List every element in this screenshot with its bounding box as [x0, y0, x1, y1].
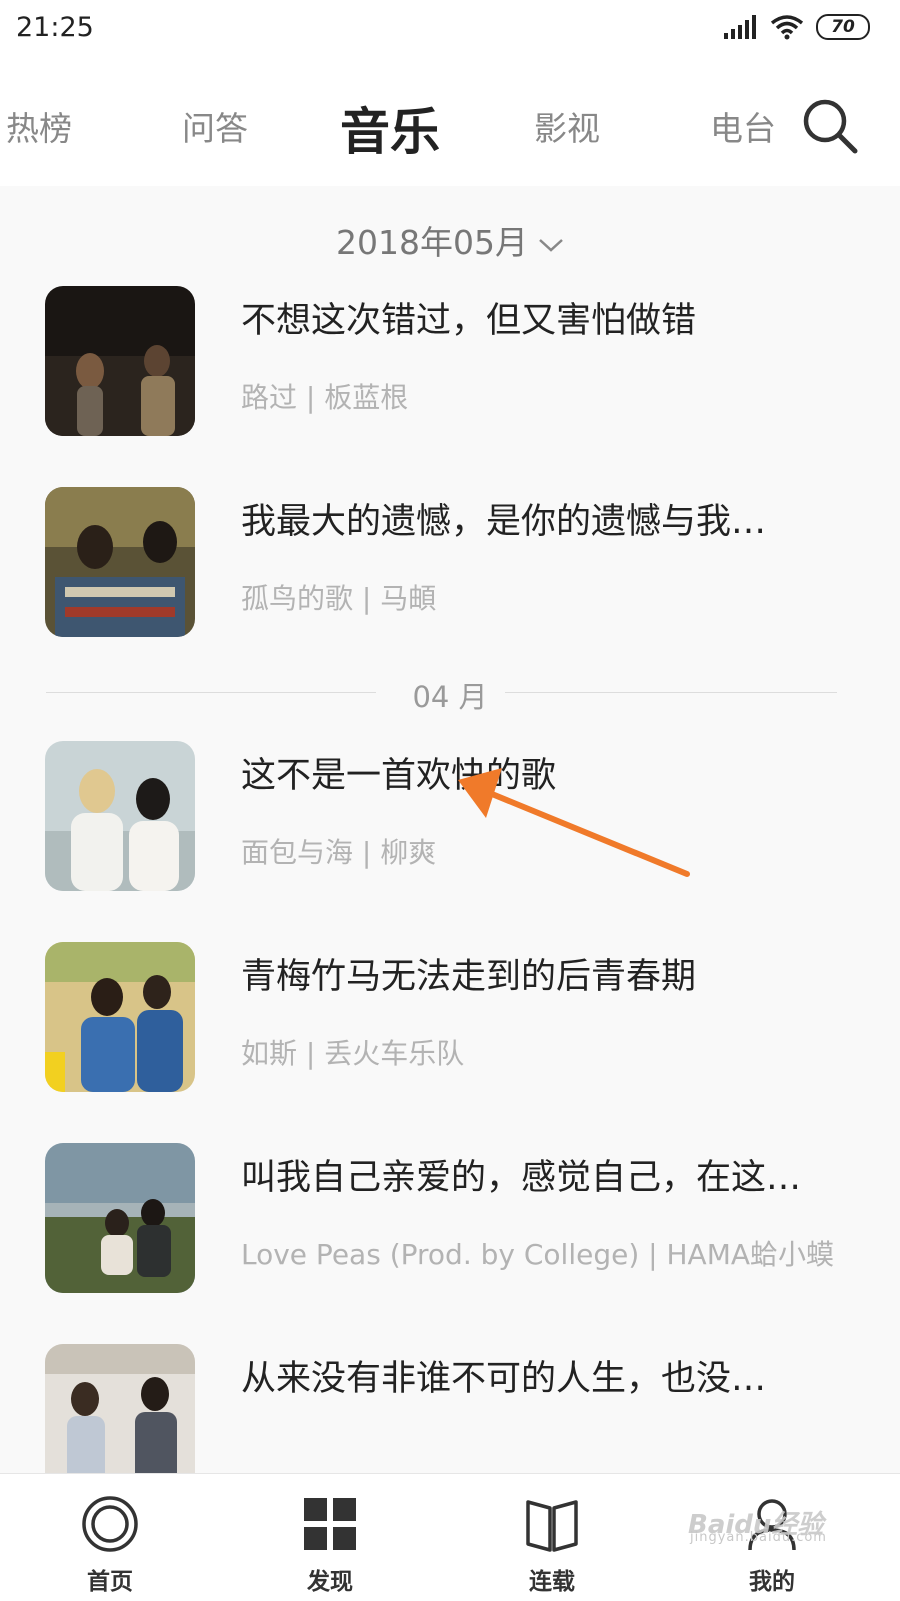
- list-item[interactable]: 这不是一首欢快的歌 面包与海 | 柳爽: [0, 741, 900, 891]
- grid-icon: [304, 1498, 356, 1550]
- list-item[interactable]: 青梅竹马无法走到的后青春期 如斯 | 丢火车乐队: [0, 942, 900, 1092]
- signal-icon: [724, 15, 756, 39]
- status-icons: 70: [724, 14, 870, 40]
- song-cover-image: [45, 942, 195, 1092]
- month-selector[interactable]: 2018年05月: [0, 216, 900, 264]
- tab-radio[interactable]: 电台: [710, 102, 776, 150]
- song-title: 不想这次错过，但又害怕做错: [241, 301, 697, 341]
- search-icon[interactable]: [800, 96, 860, 156]
- watermark-url: jingyan.baidu.com: [690, 1530, 827, 1545]
- month-selector-label: 2018年05月: [336, 223, 528, 262]
- nav-discover[interactable]: 发现: [230, 1474, 430, 1601]
- battery-indicator: 70: [816, 14, 870, 40]
- list-item[interactable]: 我最大的遗憾，是你的遗憾与我… 孤鸟的歌 | 马頔: [0, 487, 900, 637]
- tab-music[interactable]: 音乐: [340, 92, 440, 164]
- nav-home[interactable]: 首页: [10, 1474, 210, 1601]
- month-divider-label: 04 月: [412, 680, 488, 714]
- tab-qa[interactable]: 问答: [182, 102, 248, 150]
- list-item[interactable]: 叫我自己亲爱的，感觉自己，在这… Love Peas (Prod. by Col…: [0, 1143, 900, 1293]
- song-subtitle: 孤鸟的歌 | 马頔: [241, 582, 437, 615]
- wifi-icon: [770, 15, 804, 40]
- song-subtitle: 如斯 | 丢火车乐队: [241, 1037, 465, 1070]
- nav-discover-label: 发现: [307, 1569, 353, 1595]
- list-item[interactable]: 从来没有非谁不可的人生，也没…: [0, 1344, 900, 1473]
- status-bar: 21:25 70: [0, 0, 900, 62]
- song-cover-image: [45, 487, 195, 637]
- song-subtitle: 路过 | 板蓝根: [241, 381, 409, 414]
- home-circle-icon: [82, 1496, 138, 1552]
- song-cover-image: [45, 286, 195, 436]
- song-title: 我最大的遗憾，是你的遗憾与我…: [241, 502, 767, 542]
- song-cover-image: [45, 1344, 195, 1473]
- song-title: 叫我自己亲爱的，感觉自己，在这…: [241, 1158, 802, 1198]
- list-item[interactable]: 不想这次错过，但又害怕做错 路过 | 板蓝根: [0, 286, 900, 436]
- song-subtitle: 面包与海 | 柳爽: [241, 836, 437, 869]
- song-title: 青梅竹马无法走到的后青春期: [241, 957, 697, 997]
- song-cover-image: [45, 741, 195, 891]
- chevron-down-icon: [539, 238, 563, 252]
- nav-serial[interactable]: 连载: [452, 1474, 652, 1601]
- month-divider: 04 月: [0, 674, 900, 714]
- song-cover-image: [45, 1143, 195, 1293]
- nav-me-label: 我的: [749, 1569, 795, 1595]
- song-title: 这不是一首欢快的歌: [241, 756, 557, 796]
- status-time: 21:25: [16, 12, 94, 43]
- top-category-tabs: 热榜 问答 音乐 影视 电台: [0, 62, 900, 186]
- music-article-list: 2018年05月 不想这次错过，但又害怕做错 路过 | 板蓝根 我最大的遗憾，是…: [0, 186, 900, 1473]
- nav-serial-label: 连载: [529, 1569, 575, 1595]
- tab-video[interactable]: 影视: [534, 102, 600, 150]
- book-icon: [526, 1500, 578, 1552]
- song-subtitle: Love Peas (Prod. by College) | HAMA蛤小蟆: [241, 1238, 835, 1271]
- nav-home-label: 首页: [87, 1569, 133, 1595]
- tab-hot[interactable]: 热榜: [6, 102, 72, 150]
- song-title: 从来没有非谁不可的人生，也没…: [241, 1359, 767, 1399]
